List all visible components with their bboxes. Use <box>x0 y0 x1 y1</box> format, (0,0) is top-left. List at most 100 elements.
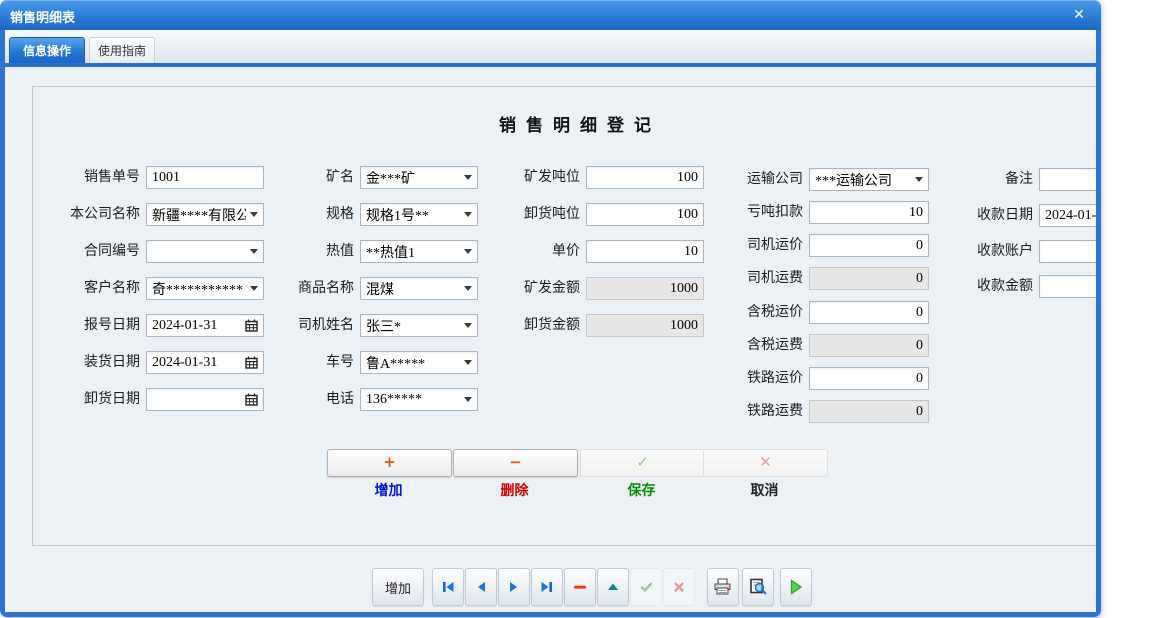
print-button[interactable] <box>707 568 739 606</box>
delete-action-label: 删除 <box>453 480 576 500</box>
dropdown-arrow-icon <box>464 212 472 217</box>
field-value: 2024-01-31 <box>1045 208 1096 224</box>
field-label-receipt-amount: 收款金额 <box>963 275 1033 298</box>
cross-icon <box>673 581 685 593</box>
dropdown-arrow-icon <box>250 212 258 217</box>
receipt-account-input[interactable] <box>1039 240 1096 263</box>
mine-name-select[interactable]: 金***矿 <box>360 166 478 189</box>
calendar-icon[interactable] <box>245 393 258 406</box>
dialog-body: 信息操作 使用指南 销售明细登记 销售单号1001本公司名称新疆****有限公司… <box>5 30 1096 612</box>
next-icon <box>508 581 520 593</box>
print-preview-button[interactable] <box>742 568 774 606</box>
field-product-name: 商品名称混煤 <box>296 277 478 300</box>
field-unload-amount: 卸货金额1000 <box>506 314 704 337</box>
sales-order-no-input[interactable]: 1001 <box>146 166 264 189</box>
rail-freight-rate-input[interactable]: 0 <box>809 367 929 390</box>
driver-freight-rate-input[interactable]: 0 <box>809 234 929 257</box>
remark-input[interactable] <box>1039 168 1096 191</box>
receipt-amount-input[interactable] <box>1039 275 1096 298</box>
field-label-driver-freight: 司机运费 <box>729 267 803 290</box>
field-remark: 备注 <box>963 168 1096 191</box>
field-label-receipt-date: 收款日期 <box>963 204 1033 227</box>
dialog-titlebar[interactable]: 销售明细表 ✕ <box>0 0 1101 30</box>
phone-select[interactable]: 136***** <box>360 388 478 411</box>
unload-tonnage-input[interactable]: 100 <box>586 203 704 226</box>
driver-name-select[interactable]: 张三* <box>360 314 478 337</box>
field-value: 0 <box>815 238 923 254</box>
field-value: 2024-01-31 <box>152 355 242 371</box>
contract-no-select[interactable] <box>146 240 264 263</box>
field-rail-freight: 铁路运费0 <box>729 400 929 423</box>
truck-no-select[interactable]: 鲁A***** <box>360 351 478 374</box>
field-mine-name: 矿名金***矿 <box>296 166 478 189</box>
calendar-icon[interactable] <box>245 356 258 369</box>
post-record-button[interactable] <box>630 568 662 606</box>
field-value: 金***矿 <box>366 168 460 188</box>
our-company-name-select[interactable]: 新疆****有限公司 <box>146 203 264 226</box>
unloading-date-date-input[interactable] <box>146 388 264 411</box>
receipt-date-input[interactable]: 2024-01-31 <box>1039 204 1096 227</box>
field-label-taxed-freight-rate: 含税运价 <box>729 301 803 324</box>
delete-record-button[interactable] <box>564 568 596 606</box>
spec-select[interactable]: 规格1号** <box>360 203 478 226</box>
loading-date-date-input[interactable]: 2024-01-31 <box>146 351 264 374</box>
last-icon <box>540 581 554 593</box>
first-record-button[interactable] <box>432 568 464 606</box>
mine-amount-input: 1000 <box>586 277 704 300</box>
field-label-remark: 备注 <box>963 168 1033 191</box>
field-label-unload-tonnage: 卸货吨位 <box>506 203 580 226</box>
product-name-select[interactable]: 混煤 <box>360 277 478 300</box>
field-label-mine-amount: 矿发金额 <box>506 277 580 300</box>
report-date-date-input[interactable]: 2024-01-31 <box>146 314 264 337</box>
transport-company-select[interactable]: ***运输公司 <box>809 168 929 191</box>
field-label-driver-freight-rate: 司机运价 <box>729 234 803 257</box>
field-tonnage-loss-deduction: 亏吨扣款10 <box>729 201 929 224</box>
cancel-icon: ✕ <box>759 453 772 471</box>
preview-icon <box>749 578 767 596</box>
sales-detail-dialog: 销售明细表 ✕ 信息操作 使用指南 销售明细登记 销售单号1001本公司名称新疆… <box>0 0 1101 617</box>
dropdown-arrow-icon <box>250 286 258 291</box>
field-our-company-name: 本公司名称新疆****有限公司 <box>40 203 264 226</box>
save-icon: ✓ <box>636 453 649 471</box>
dialog-title: 销售明细表 <box>10 7 75 26</box>
prior-record-button[interactable] <box>465 568 497 606</box>
edit-record-button[interactable] <box>597 568 629 606</box>
tab-info-operation[interactable]: 信息操作 <box>9 37 85 63</box>
taxed-freight-rate-input[interactable]: 0 <box>809 301 929 324</box>
field-value: 0 <box>815 371 923 387</box>
mine-tonnage-input[interactable]: 100 <box>586 166 704 189</box>
prev-icon <box>475 581 487 593</box>
save-action-button[interactable]: ✓ <box>580 449 705 477</box>
cancel-edit-button[interactable] <box>663 568 695 606</box>
tonnage-loss-deduction-input[interactable]: 10 <box>809 201 929 224</box>
unit-price-input[interactable]: 10 <box>586 240 704 263</box>
field-label-unit-price: 单价 <box>506 240 580 263</box>
field-value: 新疆****有限公司 <box>152 205 246 225</box>
add-record-button[interactable]: 增加 <box>372 568 424 606</box>
tab-user-guide[interactable]: 使用指南 <box>89 37 155 63</box>
next-record-button[interactable] <box>498 568 530 606</box>
execute-button[interactable] <box>780 568 812 606</box>
delete-action-button[interactable]: − <box>453 449 578 477</box>
field-label-sales-order-no: 销售单号 <box>40 166 140 189</box>
field-value: 1000 <box>592 281 698 297</box>
field-value: 1000 <box>592 318 698 334</box>
last-record-button[interactable] <box>531 568 563 606</box>
dropdown-arrow-icon <box>250 249 258 254</box>
field-driver-freight: 司机运费0 <box>729 267 929 290</box>
field-phone: 电话 136***** <box>296 388 478 411</box>
field-spec: 规格规格1号** <box>296 203 478 226</box>
field-label-phone: 电话 <box>296 388 354 411</box>
calorific-value-select[interactable]: **热值1 <box>360 240 478 263</box>
field-label-receipt-account: 收款账户 <box>963 240 1033 263</box>
field-unit-price: 单价 10 <box>506 240 704 263</box>
field-unloading-date: 卸货日期 <box>40 388 264 411</box>
calendar-icon[interactable] <box>245 319 258 332</box>
close-icon[interactable]: ✕ <box>1069 5 1089 25</box>
field-value: 0 <box>815 404 923 420</box>
field-value: 0 <box>815 305 923 321</box>
add-action-button[interactable]: + <box>327 449 452 477</box>
cancel-action-button[interactable]: ✕ <box>703 449 828 477</box>
add-action-label: 增加 <box>327 480 450 500</box>
customer-name-select[interactable]: 奇*********** <box>146 277 264 300</box>
